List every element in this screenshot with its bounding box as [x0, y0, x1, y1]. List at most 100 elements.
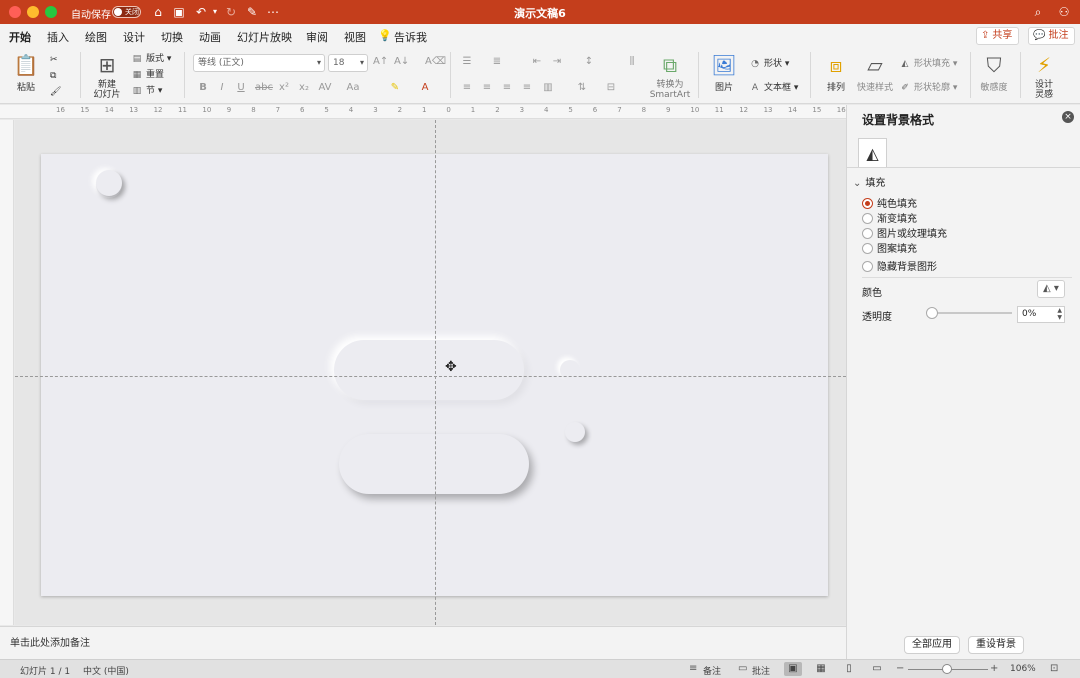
tab-insert[interactable]: 插入 [47, 29, 69, 45]
home-icon[interactable]: ⌂ [150, 4, 166, 20]
italic-icon[interactable]: I [215, 82, 229, 93]
text-direction-icon[interactable]: ⇅ [575, 82, 589, 93]
notes-area[interactable]: 单击此处添加备注 [0, 626, 846, 659]
tab-home[interactable]: 开始 [9, 29, 31, 50]
new-slide-button[interactable]: ⊞ 新建 幻灯片 [88, 52, 126, 100]
reset-button[interactable]: ▦ 重置 [130, 69, 164, 81]
radio[interactable] [862, 213, 873, 224]
save-icon[interactable]: ▣ [171, 4, 187, 20]
superscript-icon[interactable]: x² [277, 82, 291, 93]
zoom-in-icon[interactable]: + [990, 663, 998, 674]
highlight-icon[interactable]: ✎ [388, 82, 402, 93]
shape-fill-button[interactable]: ◭ 形状填充 ▾ [898, 58, 958, 70]
shape-outline-button[interactable]: ✐ 形状轮廓 ▾ [898, 82, 957, 94]
char-spacing-icon[interactable]: AV [318, 82, 332, 93]
distribute-icon[interactable]: ▥ [541, 82, 555, 93]
zoom-out-icon[interactable]: − [896, 663, 904, 674]
neumorphic-circle-shadow[interactable] [96, 170, 122, 196]
increase-indent-icon[interactable]: ⇥ [550, 56, 564, 67]
vertical-guide[interactable] [435, 120, 436, 625]
checkbox[interactable] [862, 261, 873, 272]
reading-view-icon[interactable]: ▯ [840, 662, 858, 676]
radio[interactable] [862, 243, 873, 254]
paste-button[interactable]: 📋 粘贴 [8, 52, 44, 93]
comments-toggle[interactable]: 批注 [752, 664, 770, 677]
normal-view-icon[interactable]: ▣ [784, 662, 802, 676]
spinner-icon[interactable]: ▲ ▼ [1057, 307, 1062, 321]
slide-sorter-icon[interactable]: ▦ [812, 662, 830, 676]
cut-icon[interactable]: ✂ [50, 54, 58, 66]
zoom-slider-handle[interactable] [942, 664, 952, 674]
copy-icon[interactable]: ⧉ [50, 70, 56, 82]
decrease-indent-icon[interactable]: ⇤ [530, 56, 544, 67]
shrink-font-icon[interactable]: A↓ [394, 56, 409, 67]
format-brush-icon[interactable]: 🖌 [50, 86, 61, 98]
slideshow-icon[interactable]: ▭ [868, 662, 886, 676]
picture-button[interactable]: 🖼 图片 [706, 52, 742, 93]
fill-section-header[interactable]: ⌄ 填充 [853, 174, 885, 189]
transparency-input[interactable]: 0% ▲ ▼ [1017, 306, 1065, 323]
tab-animations[interactable]: 动画 [199, 29, 221, 45]
zoom-level[interactable]: 106% [1010, 664, 1036, 674]
fill-tab-icon[interactable]: ◭ [858, 138, 887, 167]
search-icon[interactable]: ⌕ [1030, 4, 1046, 20]
columns-icon[interactable]: ⫼ [625, 56, 639, 67]
tab-design[interactable]: 设计 [123, 29, 145, 45]
fill-option-pattern[interactable]: 图案填充 [862, 243, 917, 256]
fill-option-solid[interactable]: 纯色填充 [862, 198, 917, 211]
align-center-icon[interactable]: ≡ [480, 82, 494, 93]
undo-dropdown-icon[interactable]: ▾ [207, 4, 223, 20]
underline-icon[interactable]: U [234, 82, 248, 93]
textbox-button[interactable]: A 文本框 ▾ [748, 82, 799, 94]
format-painter-icon[interactable]: ✎ [244, 4, 260, 20]
apply-all-button[interactable]: 全部应用 [904, 636, 960, 654]
autosave-toggle[interactable]: 关闭 [112, 6, 141, 18]
tab-review[interactable]: 审阅 [306, 29, 328, 45]
bold-icon[interactable]: B [196, 82, 210, 93]
tell-me[interactable]: 告诉我 [394, 29, 427, 45]
transparency-slider[interactable] [932, 312, 1012, 314]
neumorphic-dot-shadow[interactable] [565, 422, 585, 442]
numbering-icon[interactable]: ≣ [490, 56, 504, 67]
font-name-select[interactable]: 等线 (正文) ▾ [193, 54, 325, 72]
subscript-icon[interactable]: x₂ [297, 82, 311, 93]
neumorphic-pill-light[interactable] [334, 340, 524, 400]
tab-transitions[interactable]: 切换 [161, 29, 183, 45]
transparency-slider-handle[interactable] [926, 307, 938, 319]
horizontal-ruler[interactable]: 16 15 14 13 12 11 10 9 8 7 6 5 4 3 2 1 0 1 2 3 4 5 6 7 8 9 10 11 12 1… [0, 105, 846, 119]
font-size-select[interactable]: 18 ▾ [328, 54, 368, 72]
shape-button[interactable]: ◔ 形状 ▾ [748, 58, 789, 70]
neumorphic-pill-shadow[interactable] [339, 434, 529, 494]
tab-slideshow[interactable]: 幻灯片放映 [237, 29, 292, 45]
language-status[interactable]: 中文 (中国) [83, 664, 129, 677]
more-icon[interactable]: ⋯ [265, 4, 281, 20]
account-icon[interactable]: ⚇ [1056, 4, 1072, 20]
comments-icon[interactable]: ▭ [738, 663, 747, 674]
vertical-ruler[interactable] [0, 120, 14, 625]
line-spacing-icon[interactable]: ↕ [582, 56, 596, 67]
align-text-icon[interactable]: ⊟ [604, 82, 618, 93]
minimize-window-button[interactable] [27, 6, 39, 18]
notes-icon[interactable]: ≡ [689, 663, 697, 674]
align-left-icon[interactable]: ≡ [460, 82, 474, 93]
change-case-icon[interactable]: Aa [346, 82, 360, 93]
radio-selected[interactable] [862, 198, 873, 209]
sensitivity-button[interactable]: ⛉ 敏感度 [976, 52, 1012, 93]
fit-to-window-icon[interactable]: ⊡ [1050, 663, 1058, 674]
grow-font-icon[interactable]: A↑ [373, 56, 388, 67]
close-window-button[interactable] [9, 6, 21, 18]
convert-smartart-button[interactable]: ⧉ 转换为 SmartArt [648, 52, 692, 100]
close-icon[interactable]: × [1062, 111, 1074, 123]
quick-styles-button[interactable]: ▱ 快速样式 [856, 52, 894, 93]
align-right-icon[interactable]: ≡ [500, 82, 514, 93]
arrange-button[interactable]: ⧈ 排列 [818, 52, 854, 93]
section-button[interactable]: ▥ 节 ▾ [130, 85, 163, 97]
comment-button[interactable]: 💬 批注 [1028, 27, 1076, 45]
share-button[interactable]: ⇪ 共享 [976, 27, 1020, 45]
font-color-icon[interactable]: A [418, 82, 432, 93]
tab-draw[interactable]: 绘图 [85, 29, 107, 45]
reset-background-button[interactable]: 重设背景 [968, 636, 1024, 654]
radio[interactable] [862, 228, 873, 239]
tab-view[interactable]: 视图 [344, 29, 366, 45]
neumorphic-dot-light[interactable] [560, 360, 580, 380]
